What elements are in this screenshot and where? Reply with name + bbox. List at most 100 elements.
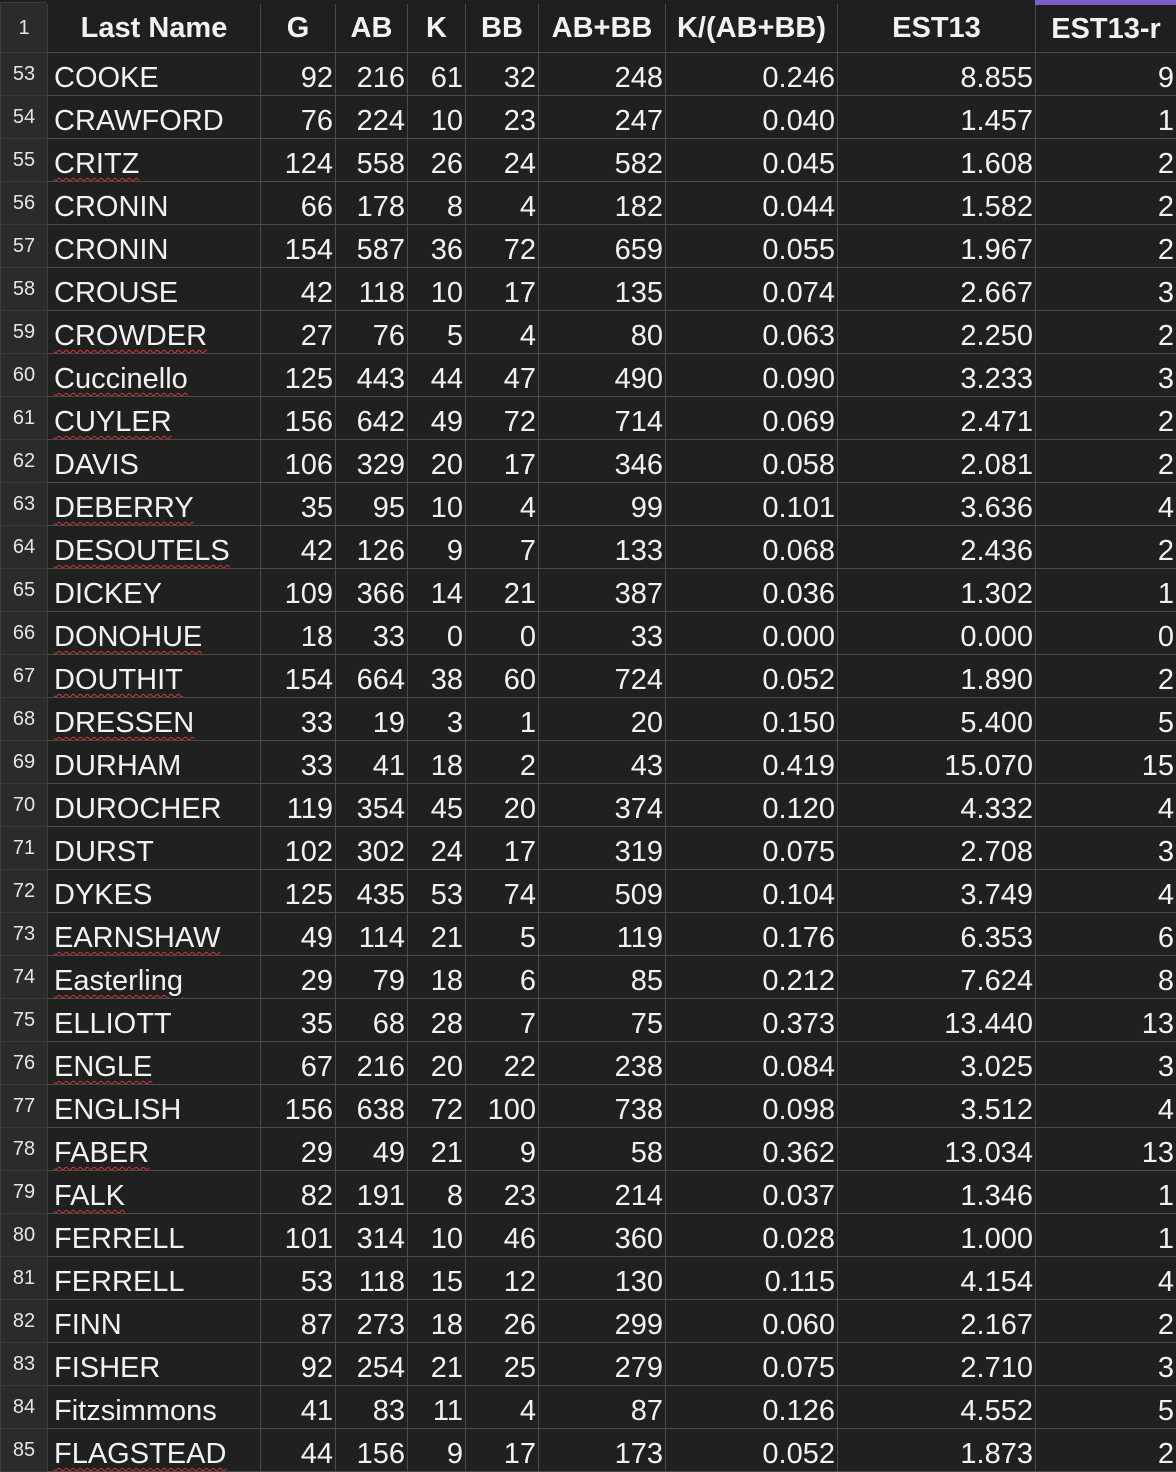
cell-last-name[interactable]: FINN xyxy=(48,1300,261,1343)
cell-bb[interactable]: 4 xyxy=(466,311,539,354)
cell-ab-plus-bb[interactable]: 119 xyxy=(539,913,666,956)
cell-bb[interactable]: 25 xyxy=(466,1343,539,1386)
cell-g[interactable]: 156 xyxy=(261,1085,336,1128)
cell-ab-plus-bb[interactable]: 299 xyxy=(539,1300,666,1343)
row-header[interactable]: 72 xyxy=(1,870,48,913)
cell-g[interactable]: 92 xyxy=(261,53,336,96)
cell-est13[interactable]: 1.346 xyxy=(838,1171,1036,1214)
cell-bb[interactable]: 26 xyxy=(466,1300,539,1343)
cell-ab-plus-bb[interactable]: 714 xyxy=(539,397,666,440)
cell-last-name[interactable]: DAVIS xyxy=(48,440,261,483)
cell-ab-plus-bb[interactable]: 490 xyxy=(539,354,666,397)
cell-k-ratio[interactable]: 0.120 xyxy=(666,784,838,827)
row-header[interactable]: 85 xyxy=(1,1429,48,1472)
cell-ab-plus-bb[interactable]: 80 xyxy=(539,311,666,354)
cell-ab[interactable]: 354 xyxy=(336,784,408,827)
cell-ab[interactable]: 33 xyxy=(336,612,408,655)
cell-k[interactable]: 3 xyxy=(408,698,466,741)
row-header[interactable]: 61 xyxy=(1,397,48,440)
cell-last-name[interactable]: DICKEY xyxy=(48,569,261,612)
cell-bb[interactable]: 100 xyxy=(466,1085,539,1128)
row-header[interactable]: 60 xyxy=(1,354,48,397)
cell-est13-r[interactable]: 2 xyxy=(1036,526,1176,569)
cell-est13[interactable]: 1.582 xyxy=(838,182,1036,225)
cell-est13-r[interactable]: 2 xyxy=(1036,655,1176,698)
cell-g[interactable]: 67 xyxy=(261,1042,336,1085)
cell-bb[interactable]: 23 xyxy=(466,96,539,139)
cell-g[interactable]: 87 xyxy=(261,1300,336,1343)
cell-bb[interactable]: 17 xyxy=(466,827,539,870)
cell-ab[interactable]: 558 xyxy=(336,139,408,182)
cell-k-ratio[interactable]: 0.104 xyxy=(666,870,838,913)
cell-bb[interactable]: 47 xyxy=(466,354,539,397)
cell-last-name[interactable]: ELLIOTT xyxy=(48,999,261,1042)
cell-last-name[interactable]: CRITZ xyxy=(48,139,261,182)
cell-k[interactable]: 9 xyxy=(408,1429,466,1472)
cell-ab[interactable]: 118 xyxy=(336,1257,408,1300)
cell-g[interactable]: 41 xyxy=(261,1386,336,1429)
cell-ab[interactable]: 156 xyxy=(336,1429,408,1472)
cell-k-ratio[interactable]: 0.058 xyxy=(666,440,838,483)
cell-est13-r[interactable]: 3 xyxy=(1036,268,1176,311)
cell-g[interactable]: 156 xyxy=(261,397,336,440)
cell-ab-plus-bb[interactable]: 238 xyxy=(539,1042,666,1085)
row-header[interactable]: 62 xyxy=(1,440,48,483)
cell-bb[interactable]: 7 xyxy=(466,999,539,1042)
cell-last-name[interactable]: Fitzsimmons xyxy=(48,1386,261,1429)
cell-last-name[interactable]: DEBERRY xyxy=(48,483,261,526)
cell-g[interactable]: 29 xyxy=(261,1128,336,1171)
cell-k-ratio[interactable]: 0.074 xyxy=(666,268,838,311)
row-header[interactable]: 82 xyxy=(1,1300,48,1343)
cell-est13-r[interactable]: 2 xyxy=(1036,397,1176,440)
cell-est13-r[interactable]: 13 xyxy=(1036,1128,1176,1171)
row-header[interactable]: 59 xyxy=(1,311,48,354)
cell-last-name[interactable]: DURHAM xyxy=(48,741,261,784)
cell-ab[interactable]: 638 xyxy=(336,1085,408,1128)
cell-ab[interactable]: 216 xyxy=(336,53,408,96)
cell-k-ratio[interactable]: 0.000 xyxy=(666,612,838,655)
cell-ab-plus-bb[interactable]: 738 xyxy=(539,1085,666,1128)
cell-g[interactable]: 125 xyxy=(261,354,336,397)
row-header[interactable]: 83 xyxy=(1,1343,48,1386)
cell-bb[interactable]: 60 xyxy=(466,655,539,698)
cell-est13[interactable]: 3.636 xyxy=(838,483,1036,526)
cell-k-ratio[interactable]: 0.150 xyxy=(666,698,838,741)
cell-ab-plus-bb[interactable]: 319 xyxy=(539,827,666,870)
cell-ab[interactable]: 95 xyxy=(336,483,408,526)
column-header-k[interactable]: K xyxy=(408,3,466,53)
cell-bb[interactable]: 20 xyxy=(466,784,539,827)
row-header[interactable]: 63 xyxy=(1,483,48,526)
cell-k-ratio[interactable]: 0.373 xyxy=(666,999,838,1042)
cell-g[interactable]: 109 xyxy=(261,569,336,612)
cell-g[interactable]: 49 xyxy=(261,913,336,956)
cell-k-ratio[interactable]: 0.419 xyxy=(666,741,838,784)
cell-g[interactable]: 125 xyxy=(261,870,336,913)
row-header[interactable]: 84 xyxy=(1,1386,48,1429)
cell-last-name[interactable]: FLAGSTEAD xyxy=(48,1429,261,1472)
row-header[interactable]: 65 xyxy=(1,569,48,612)
cell-bb[interactable]: 24 xyxy=(466,139,539,182)
cell-ab[interactable]: 587 xyxy=(336,225,408,268)
cell-est13[interactable]: 1.890 xyxy=(838,655,1036,698)
cell-k[interactable]: 21 xyxy=(408,913,466,956)
cell-k-ratio[interactable]: 0.246 xyxy=(666,53,838,96)
cell-est13[interactable]: 2.667 xyxy=(838,268,1036,311)
cell-last-name[interactable]: DUROCHER xyxy=(48,784,261,827)
column-header-last-name[interactable]: Last Name xyxy=(48,3,261,53)
cell-bb[interactable]: 17 xyxy=(466,1429,539,1472)
cell-est13[interactable]: 13.034 xyxy=(838,1128,1036,1171)
cell-last-name[interactable]: FABER xyxy=(48,1128,261,1171)
cell-est13-r[interactable]: 5 xyxy=(1036,698,1176,741)
cell-ab-plus-bb[interactable]: 724 xyxy=(539,655,666,698)
cell-last-name[interactable]: Cuccinello xyxy=(48,354,261,397)
row-header[interactable]: 78 xyxy=(1,1128,48,1171)
column-header-est13-r[interactable]: EST13-r xyxy=(1036,3,1176,53)
cell-k[interactable]: 0 xyxy=(408,612,466,655)
cell-last-name[interactable]: DOUTHIT xyxy=(48,655,261,698)
cell-g[interactable]: 29 xyxy=(261,956,336,999)
cell-k[interactable]: 10 xyxy=(408,483,466,526)
cell-ab-plus-bb[interactable]: 75 xyxy=(539,999,666,1042)
row-header[interactable]: 76 xyxy=(1,1042,48,1085)
cell-g[interactable]: 33 xyxy=(261,741,336,784)
cell-ab-plus-bb[interactable]: 659 xyxy=(539,225,666,268)
